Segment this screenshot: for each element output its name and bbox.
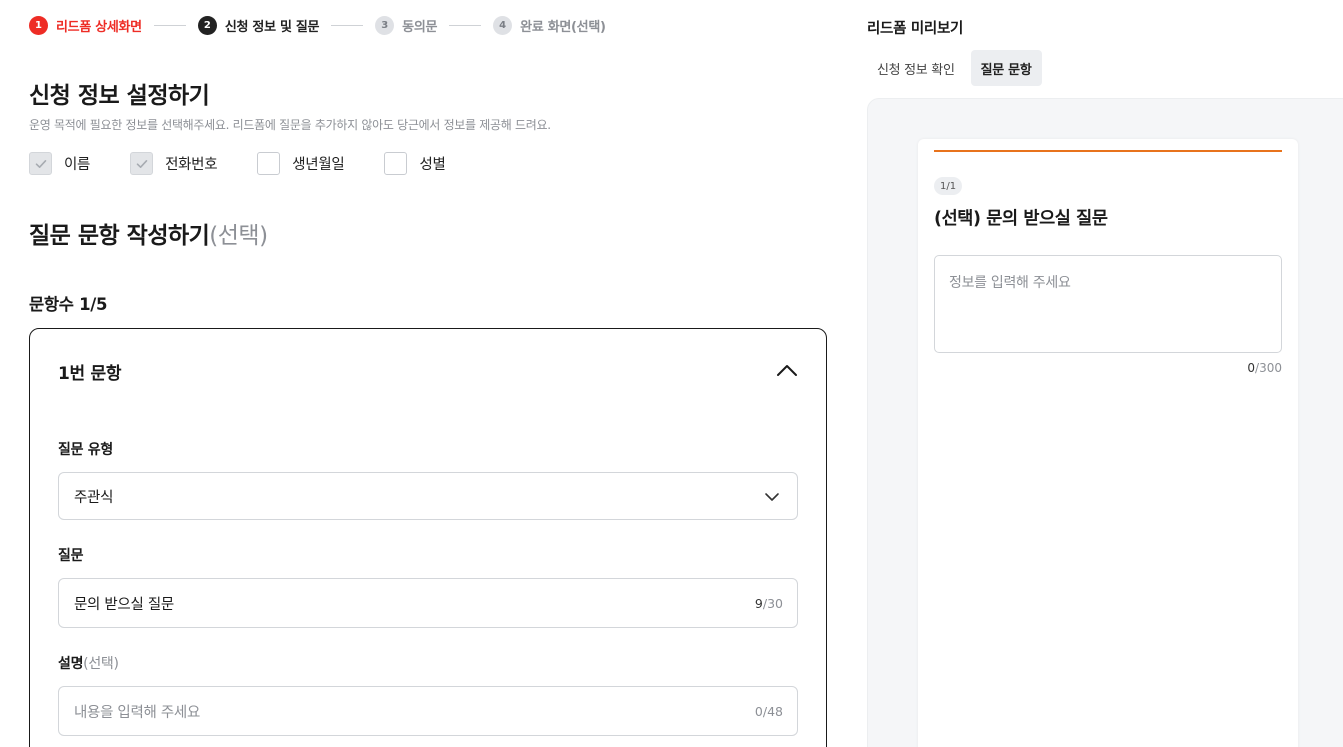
step-4-number: 4 — [493, 15, 513, 35]
description-label: 설명(선택) — [58, 653, 119, 673]
preview-title: 리드폼 미리보기 — [867, 21, 964, 37]
preview-answer-placeholder: 정보를 입력해 주세요 — [949, 275, 1071, 291]
description-char-count: 0/48 — [755, 704, 783, 719]
step-4[interactable]: 4 완료 화면(선택) — [493, 15, 606, 35]
question-card-title: 1번 문항 — [58, 364, 122, 384]
preview-page-indicator: 1/1 — [934, 177, 963, 195]
question-input[interactable]: 문의 받으실 질문 9/30 — [58, 578, 798, 628]
step-2[interactable]: 2 신청 정보 및 질문 — [197, 15, 320, 35]
checkbox-name[interactable]: 이름 — [29, 152, 90, 175]
preview-question-title: (선택) 문의 받으실 질문 — [934, 209, 1108, 229]
checkbox-gender[interactable]: 성별 — [384, 152, 446, 175]
preview-tabs: 신청 정보 확인 질문 문항 — [867, 50, 1048, 86]
progress-stepper: 1 리드폼 상세화면 2 신청 정보 및 질문 3 동의문 4 완료 화면(선택… — [29, 15, 606, 35]
checkbox-name-label: 이름 — [64, 157, 91, 173]
step-1-label: 리드폼 상세화면 — [56, 19, 142, 35]
description-label-text: 설명 — [58, 656, 84, 672]
checkbox-gender-label: 성별 — [419, 157, 446, 173]
preview-char-count-max: /300 — [1255, 361, 1282, 375]
description-label-optional: (선택) — [83, 656, 119, 672]
checkbox-birthdate-label: 생년월일 — [292, 157, 345, 173]
preview-card: 1/1 (선택) 문의 받으실 질문 정보를 입력해 주세요 0/300 — [918, 139, 1298, 747]
chevron-up-icon — [777, 365, 797, 376]
step-4-label: 완료 화면(선택) — [520, 19, 606, 35]
checkbox-birthdate-box[interactable] — [257, 152, 281, 175]
check-icon — [35, 159, 46, 168]
preview-answer-input[interactable]: 정보를 입력해 주세요 — [934, 255, 1282, 353]
step-3-number: 3 — [375, 15, 395, 35]
step-3[interactable]: 3 동의문 — [375, 15, 438, 35]
tab-questions[interactable]: 질문 문항 — [970, 50, 1042, 86]
step-3-label: 동의문 — [402, 19, 438, 35]
step-connector — [153, 24, 186, 26]
preview-char-count: 0/300 — [1247, 361, 1282, 375]
description-input[interactable]: 내용을 입력해 주세요 0/48 — [58, 686, 798, 736]
checkbox-name-box[interactable] — [29, 152, 52, 175]
info-field-checkboxes: 이름 전화번호 생년월일 성별 — [29, 152, 486, 175]
step-connector — [449, 24, 482, 26]
tab-application-info[interactable]: 신청 정보 확인 — [867, 50, 965, 86]
checkbox-gender-box[interactable] — [384, 152, 408, 175]
step-2-number: 2 — [197, 15, 217, 35]
question-section-optional: (선택) — [209, 223, 268, 249]
checkbox-phone-label: 전화번호 — [165, 157, 218, 173]
collapse-button[interactable] — [776, 359, 798, 381]
question-type-select[interactable]: 주관식 — [58, 472, 798, 520]
step-2-label: 신청 정보 및 질문 — [224, 19, 320, 35]
question-label: 질문 — [58, 548, 84, 564]
checkbox-birthdate[interactable]: 생년월일 — [257, 152, 345, 175]
info-section-description: 운영 목적에 필요한 정보를 선택해주세요. 리드폼에 질문을 추가하지 않아도… — [29, 118, 551, 132]
question-input-value: 문의 받으실 질문 — [74, 597, 174, 613]
step-1-number: 1 — [29, 15, 48, 35]
description-input-placeholder: 내용을 입력해 주세요 — [74, 705, 200, 721]
question-char-count-max: /30 — [762, 596, 783, 611]
description-char-count-current: 0 — [754, 704, 763, 719]
step-1[interactable]: 1 리드폼 상세화면 — [29, 15, 142, 35]
checkbox-phone-box[interactable] — [130, 152, 154, 175]
preview-char-count-current: 0 — [1247, 361, 1256, 375]
step-connector — [331, 24, 364, 26]
check-icon — [136, 159, 147, 168]
preview-progress-bar — [934, 150, 1282, 152]
question-count: 문항수 1/5 — [29, 295, 108, 314]
question-type-value: 주관식 — [74, 490, 114, 506]
question-type-label: 질문 유형 — [58, 442, 113, 458]
question-char-count: 9/30 — [755, 596, 783, 611]
info-section-title: 신청 정보 설정하기 — [29, 83, 210, 109]
question-section-title: 질문 문항 작성하기(선택) — [29, 216, 268, 250]
description-char-count-max: /48 — [762, 704, 783, 719]
question-char-count-current: 9 — [754, 596, 763, 611]
checkbox-phone[interactable]: 전화번호 — [130, 152, 218, 175]
question-card: 1번 문항 질문 유형 주관식 질문 문의 받으실 질문 9/30 설명(선택)… — [29, 328, 827, 747]
question-section-title-text: 질문 문항 작성하기 — [29, 223, 210, 249]
chevron-down-icon — [765, 493, 779, 501]
